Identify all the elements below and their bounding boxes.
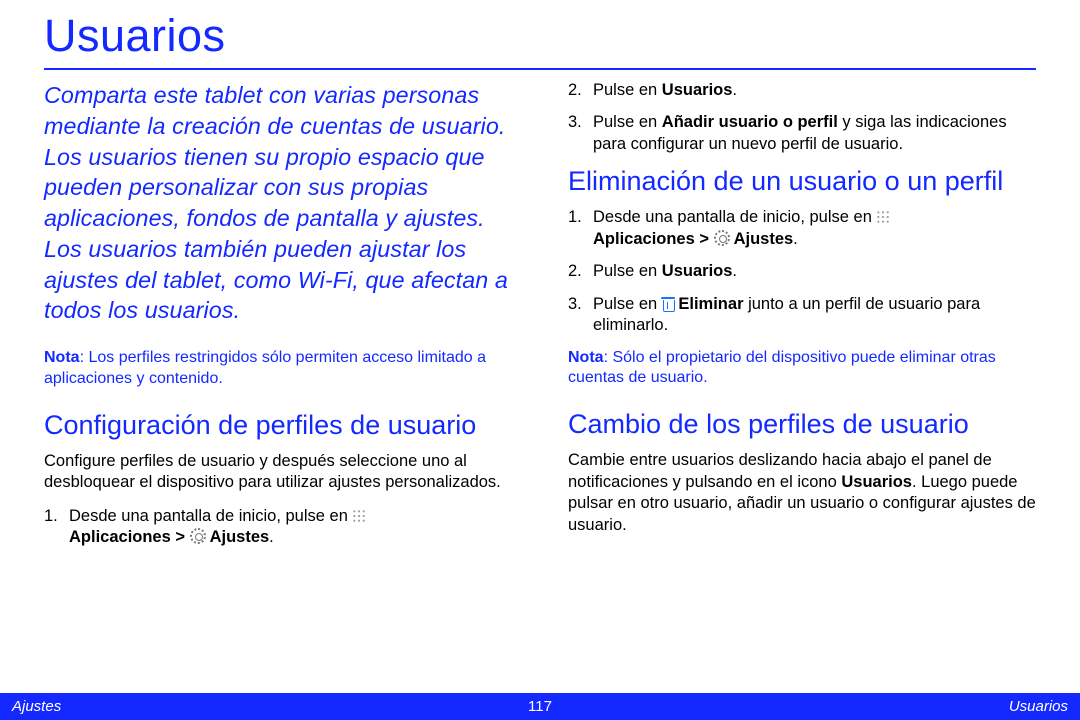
intro-text: Comparta este tablet con varias personas… [44, 80, 512, 326]
footer-right: Usuarios [540, 698, 1068, 715]
note-body: : Los perfiles restringidos sólo permite… [44, 349, 486, 387]
step-1-configure: 1. Desde una pantalla de inicio, pulse e… [44, 506, 512, 549]
footer-left: Ajustes [12, 698, 540, 715]
step-3-configure: 3. Pulse en Añadir usuario o perfil y si… [568, 112, 1036, 155]
gear-icon [714, 230, 730, 246]
apps-grid-icon [352, 509, 366, 523]
heading-delete-user: Eliminación de un usuario o un perfil [568, 166, 1036, 197]
note-body: : Sólo el propietario del dispositivo pu… [568, 349, 996, 387]
note-label: Nota [568, 349, 604, 366]
step-2-configure: 2. Pulse en Usuarios. [568, 80, 1036, 101]
step-3-delete: 3. Pulse en Eliminar junto a un perfil d… [568, 294, 1036, 337]
right-column: 2. Pulse en Usuarios. 3. Pulse en Añadir… [568, 80, 1036, 559]
heading-configure-profiles: Configuración de perfiles de usuario [44, 410, 512, 441]
trash-icon [662, 297, 674, 311]
apps-grid-icon [876, 210, 890, 224]
page-footer: Ajustes 117 Usuarios [0, 693, 1080, 720]
step-2-delete: 2. Pulse en Usuarios. [568, 261, 1036, 282]
heading-switch-profiles: Cambio de los perfiles de usuario [568, 409, 1036, 440]
title-rule [44, 68, 1036, 70]
note-only-owner: Nota: Sólo el propietario del dispositiv… [568, 348, 1036, 390]
note-restricted-profiles: Nota: Los perfiles restringidos sólo per… [44, 348, 512, 390]
footer-page-number: 117 [528, 698, 552, 715]
left-column: Comparta este tablet con varias personas… [44, 80, 512, 559]
step-1-delete: 1. Desde una pantalla de inicio, pulse e… [568, 207, 1036, 250]
note-label: Nota [44, 349, 80, 366]
switch-profiles-para: Cambie entre usuarios deslizando hacia a… [568, 450, 1036, 536]
configure-profiles-intro: Configure perfiles de usuario y después … [44, 451, 512, 494]
page-title: Usuarios [44, 10, 1036, 62]
gear-icon [190, 528, 206, 544]
